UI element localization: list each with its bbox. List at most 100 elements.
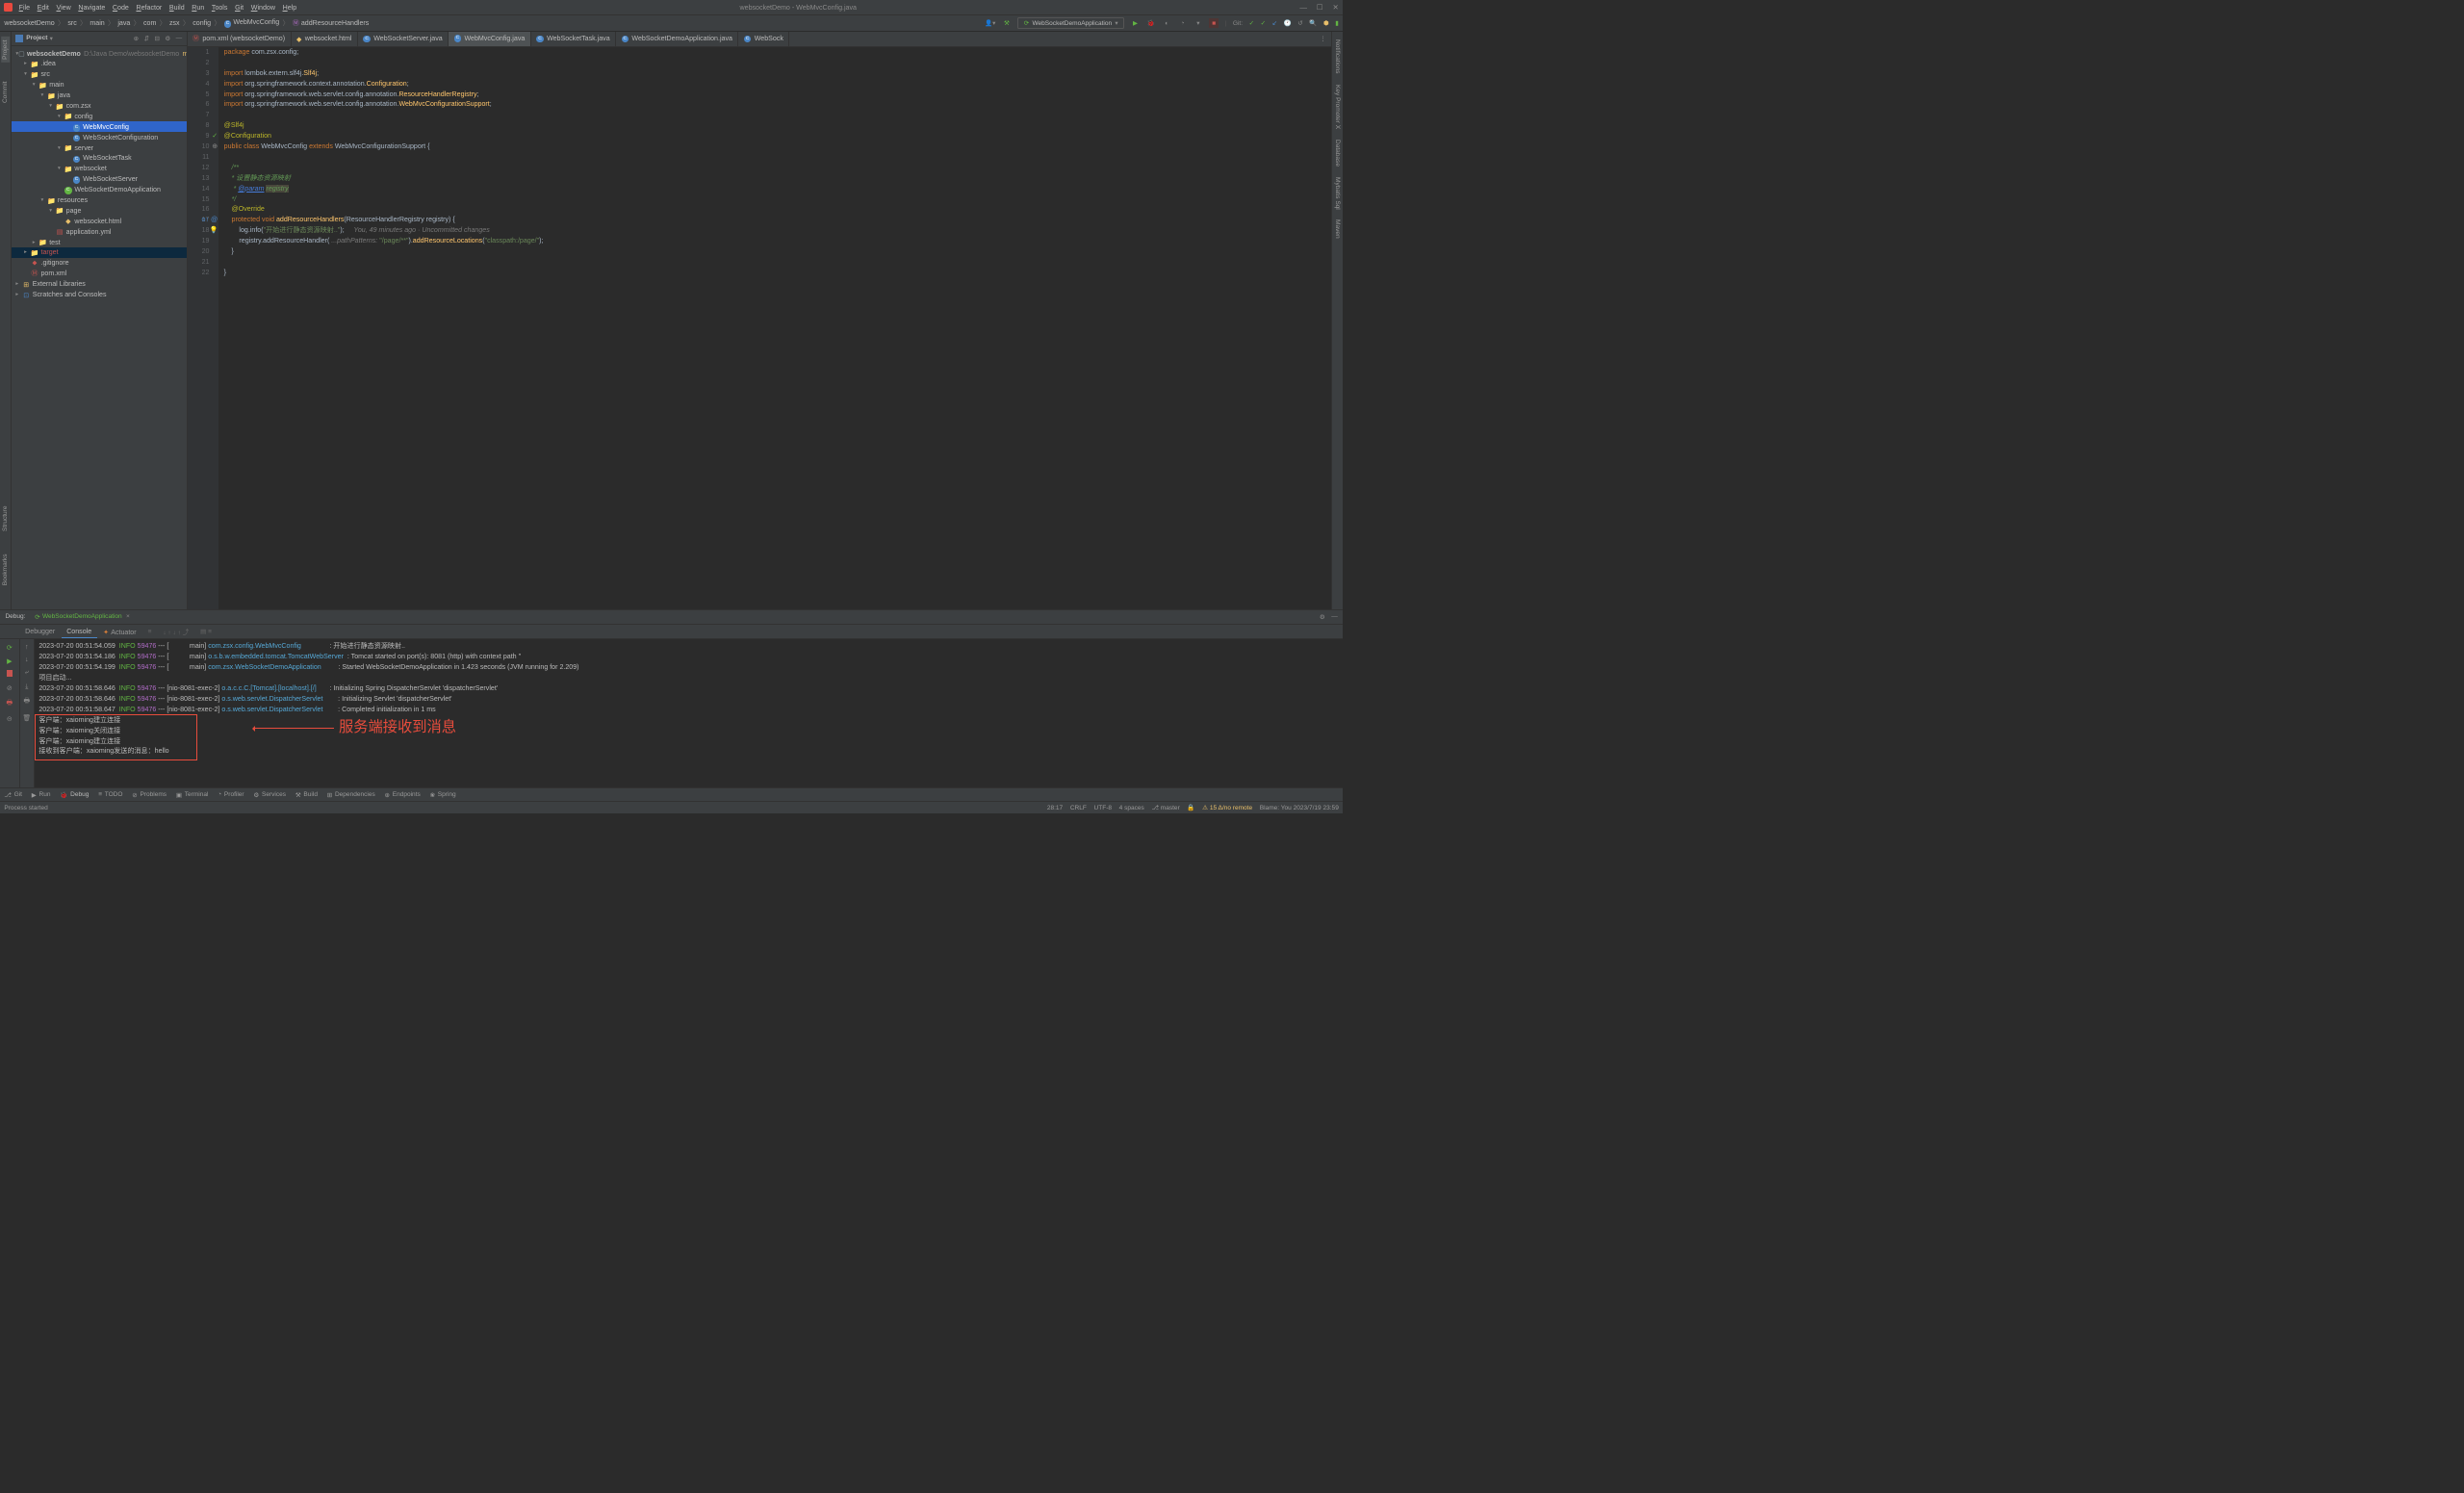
tree-item[interactable]: main: [49, 81, 64, 89]
print-icon[interactable]: 🖶: [23, 696, 30, 708]
tree-item[interactable]: target: [40, 248, 58, 256]
tree-item[interactable]: websocket: [74, 165, 106, 172]
bottom-toolbar[interactable]: ⎇Git▶Run🐞Debug≡TODO⊘Problems▣Terminal◔Pr…: [0, 787, 1343, 801]
line-separator[interactable]: CRLF: [1070, 805, 1087, 811]
code-line[interactable]: * @param registry: [224, 184, 1326, 194]
code-line[interactable]: import org.springframework.web.servlet.c…: [224, 99, 1326, 110]
code-line[interactable]: import lombok.extern.slf4j.Slf4j;: [224, 68, 1326, 79]
breadcrumb-class[interactable]: C WebMvcConfig: [224, 18, 279, 28]
commit-tool-tab[interactable]: Commit: [1, 78, 10, 106]
expand-all-icon[interactable]: ⇵: [144, 35, 149, 42]
bottom-build[interactable]: ⚒Build: [295, 791, 318, 799]
menu-run[interactable]: Run: [192, 4, 204, 12]
code-line[interactable]: 💡log.info("开始进行静态资源映射.."); You, 49 minut…: [224, 225, 1326, 236]
bottom-debug[interactable]: 🐞Debug: [60, 791, 89, 799]
maximize-icon[interactable]: ☐: [1317, 3, 1323, 12]
tree-item[interactable]: java: [58, 91, 70, 99]
coverage-icon[interactable]: ◐: [1162, 18, 1171, 28]
breadcrumb[interactable]: websocketDemo〉src〉main〉java〉com〉zsx〉conf…: [4, 18, 369, 28]
right-tool-notifications[interactable]: Notifications: [1333, 37, 1342, 77]
code-line[interactable]: registry.addResourceHandler( ...pathPatt…: [224, 236, 1326, 246]
clear-icon[interactable]: 🗑: [22, 713, 31, 722]
tree-item-selected[interactable]: WebMvcConfig: [83, 123, 129, 131]
breadcrumb-item[interactable]: zsx: [169, 19, 180, 27]
code-line[interactable]: package com.zsx.config;: [224, 47, 1326, 58]
close-icon[interactable]: ✕: [1332, 3, 1338, 12]
tree-item[interactable]: WebSocketConfiguration: [83, 134, 158, 142]
menu-file[interactable]: File: [19, 4, 30, 12]
scroll-end-icon[interactable]: ⤓: [25, 682, 28, 691]
code-line[interactable]: import org.springframework.web.servlet.c…: [224, 90, 1326, 100]
minimize-icon[interactable]: —: [1299, 3, 1307, 12]
git-branch[interactable]: ⎇ master: [1151, 804, 1179, 811]
console-output[interactable]: 2023-07-20 00:51:54.059 INFO 59476 --- […: [35, 639, 1343, 787]
project-tree[interactable]: ▾▢websocketDemoD:\Java Demo\websocketDem…: [12, 46, 187, 609]
search-icon[interactable]: 🔍: [1309, 19, 1317, 27]
bottom-git[interactable]: ⎇Git: [4, 791, 22, 799]
right-tool-mybatis-sql[interactable]: Mybatis Sql: [1333, 173, 1342, 212]
main-menu[interactable]: File Edit View Navigate Code Refactor Build Run…: [19, 4, 297, 12]
tree-item[interactable]: pom.xml: [40, 270, 66, 277]
right-tool-database[interactable]: Database: [1333, 137, 1342, 170]
tree-item[interactable]: External Libraries: [33, 280, 86, 288]
tree-root[interactable]: websocketDemo: [27, 50, 81, 58]
code-line[interactable]: * 设置静态资源映射: [224, 173, 1326, 184]
bottom-terminal[interactable]: ▣Terminal: [176, 791, 209, 799]
panel-settings-icon[interactable]: ⚙: [165, 35, 170, 42]
code-line[interactable]: [224, 152, 1326, 163]
bottom-problems[interactable]: ⊘Problems: [132, 791, 167, 799]
breadcrumb-item[interactable]: main: [90, 19, 104, 27]
code-line[interactable]: public class WebMvcConfig extends WebMvc…: [224, 142, 1326, 152]
run-icon[interactable]: ▶: [1131, 18, 1141, 28]
profile-icon[interactable]: ◔: [1178, 18, 1188, 28]
debugger-tab[interactable]: Debugger: [20, 626, 61, 637]
menu-refactor[interactable]: Refactor: [136, 4, 162, 12]
caret-pos[interactable]: 28:17: [1047, 805, 1063, 811]
mute-breakpoints-icon[interactable]: ⊝: [7, 714, 13, 723]
soft-wrap-icon[interactable]: ⤶: [25, 668, 29, 677]
tree-item[interactable]: page: [66, 207, 82, 215]
tree-item[interactable]: Scratches and Consoles: [33, 291, 107, 298]
debug-settings-icon[interactable]: ⚙: [1320, 613, 1325, 621]
indent[interactable]: 4 spaces: [1119, 805, 1144, 811]
bottom-endpoints[interactable]: ⊕Endpoints: [385, 791, 421, 799]
menu-navigate[interactable]: Navigate: [78, 4, 105, 12]
bottom-spring[interactable]: ❀Spring: [430, 791, 456, 799]
code-line[interactable]: /**: [224, 163, 1326, 173]
debug-hide-icon[interactable]: —: [1331, 613, 1338, 621]
bottom-run[interactable]: ▶Run: [32, 791, 51, 799]
code-line[interactable]: */: [224, 194, 1326, 205]
breadcrumb-method[interactable]: Ⓜ addResourceHandlers: [293, 18, 370, 28]
code-editor[interactable]: 123456789 ✓10 ⊕11121314151617 ο↑ @181920…: [188, 47, 1332, 609]
code-line[interactable]: protected void addResourceHandlers(Resou…: [224, 215, 1326, 225]
git-history-icon[interactable]: 🕐: [1284, 19, 1292, 27]
code-line[interactable]: [224, 58, 1326, 68]
bookmarks-tool-tab[interactable]: Bookmarks: [1, 551, 10, 588]
tree-item[interactable]: WebSocketServer: [83, 175, 138, 183]
down-icon[interactable]: ↓: [25, 656, 29, 663]
tree-item[interactable]: .gitignore: [40, 259, 68, 267]
code-line[interactable]: @Override: [224, 204, 1326, 215]
editor-tab[interactable]: CWebSocketServer.java: [358, 32, 449, 47]
git-rollback-icon[interactable]: ↺: [1297, 19, 1302, 27]
code-line[interactable]: import org.springframework.context.annot…: [224, 79, 1326, 90]
tree-item[interactable]: websocket.html: [74, 218, 121, 225]
code-line[interactable]: [224, 110, 1326, 120]
editor-tab[interactable]: CWebSocketDemoApplication.java: [616, 32, 738, 47]
collapse-all-icon[interactable]: ⊟: [154, 35, 159, 42]
editor-tab[interactable]: Ⓜpom.xml (websocketDemo): [188, 32, 292, 47]
breadcrumb-item[interactable]: websocketDemo: [4, 19, 54, 27]
menu-window[interactable]: Window: [251, 4, 275, 12]
right-tool-maven[interactable]: Maven: [1333, 217, 1342, 242]
tree-item[interactable]: WebSocketTask: [83, 154, 132, 162]
breadcrumb-item[interactable]: com: [143, 19, 156, 27]
menu-view[interactable]: View: [57, 4, 71, 12]
structure-tool-tab[interactable]: Structure: [1, 502, 10, 534]
menu-code[interactable]: Code: [113, 4, 129, 12]
blame[interactable]: Blame: You 2023/7/19 23:59: [1260, 805, 1339, 811]
git-update-icon[interactable]: ↙: [1272, 19, 1277, 27]
menu-help[interactable]: Help: [283, 4, 297, 12]
menu-build[interactable]: Build: [169, 4, 185, 12]
menu-edit[interactable]: Edit: [38, 4, 49, 12]
editor-tabs[interactable]: Ⓜpom.xml (websocketDemo)◆websocket.htmlC…: [188, 32, 1332, 47]
